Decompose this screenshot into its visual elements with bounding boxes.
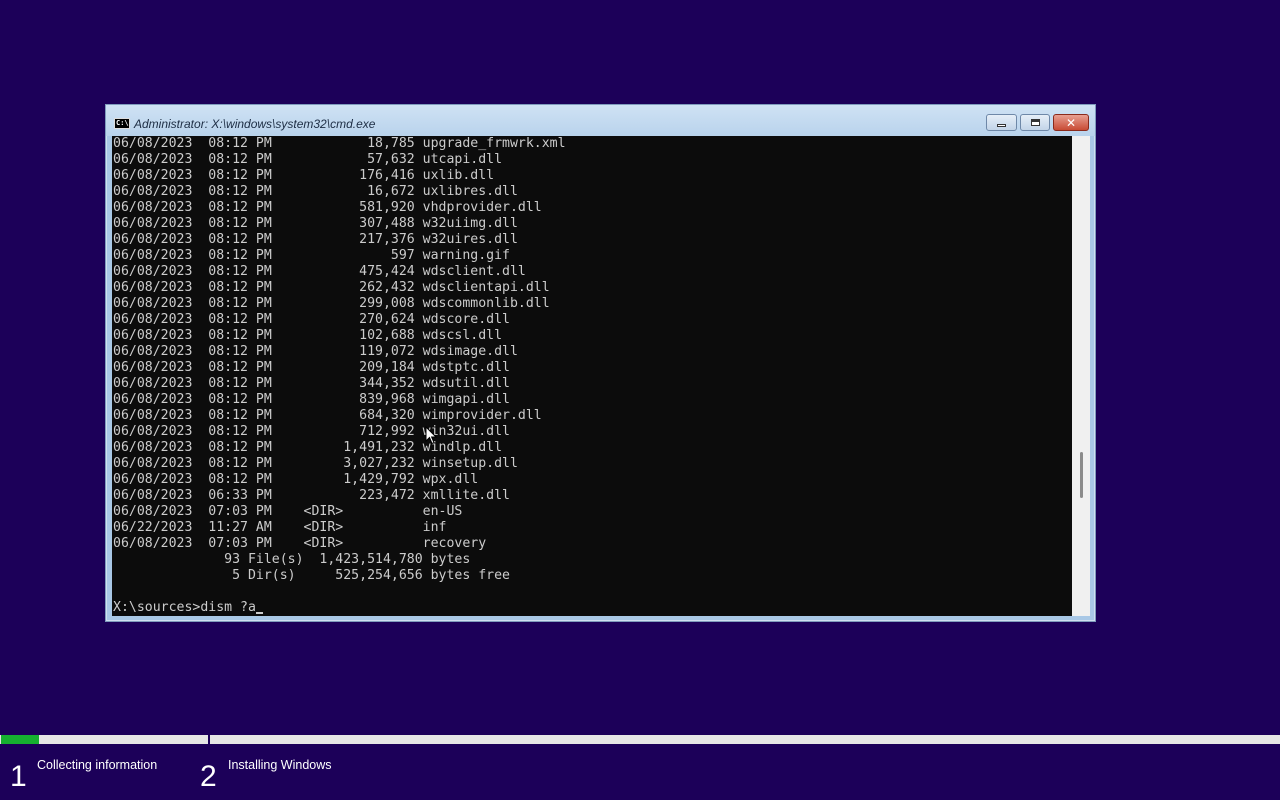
step-label: Collecting information xyxy=(37,758,158,772)
text-caret xyxy=(255,612,263,614)
command-prompt-line[interactable]: X:\sources>dism ?a xyxy=(113,600,263,616)
step-number: 2 xyxy=(200,760,217,793)
maximize-button[interactable] xyxy=(1020,114,1050,131)
console-line: 06/22/2023 11:27 AM <DIR> inf xyxy=(113,520,447,535)
close-button[interactable]: ✕ xyxy=(1053,114,1089,131)
console-line: 06/08/2023 07:03 PM <DIR> recovery xyxy=(113,536,487,551)
console-line: 06/08/2023 08:12 PM 262,432 wdsclientapi… xyxy=(113,280,550,295)
command-input[interactable]: X:\sources>dism ?a xyxy=(113,600,256,615)
setup-progress-fill xyxy=(1,735,40,744)
minimize-button[interactable] xyxy=(986,114,1017,131)
console-line: 06/08/2023 08:12 PM 839,968 wimgapi.dll xyxy=(113,392,510,407)
console-line: 06/08/2023 08:12 PM 712,992 win32ui.dll xyxy=(113,424,510,439)
console-line: 06/08/2023 08:12 PM 176,416 uxlib.dll xyxy=(113,168,495,183)
console-summary-dirs: 5 Dir(s) 525,254,656 bytes free xyxy=(113,568,510,583)
console-line: 06/08/2023 08:12 PM 1,429,792 wpx.dll xyxy=(113,472,479,487)
console-line: 06/08/2023 08:12 PM 209,184 wdstptc.dll xyxy=(113,360,510,375)
console-line: 06/08/2023 08:12 PM 581,920 vhdprovider.… xyxy=(113,200,542,215)
console-line: 06/08/2023 08:12 PM 475,424 wdsclient.dl… xyxy=(113,264,526,279)
console-output[interactable]: 06/08/2023 08:12 PM 18,785 upgrade_frmwr… xyxy=(112,136,1072,616)
console-line: 06/08/2023 08:12 PM 684,320 wimprovider.… xyxy=(113,408,542,423)
mouse-pointer-icon xyxy=(425,426,437,445)
scrollbar-thumb[interactable] xyxy=(1080,452,1083,498)
console-line: 06/08/2023 08:12 PM 1,491,232 windlp.dll xyxy=(113,440,503,455)
console-line: 06/08/2023 07:03 PM <DIR> en-US xyxy=(113,504,463,519)
title-bar[interactable]: C:\ Administrator: X:\windows\system32\c… xyxy=(106,105,1095,136)
console-line: 06/08/2023 08:12 PM 57,632 utcapi.dll xyxy=(113,152,503,167)
console-line: 06/08/2023 08:12 PM 270,624 wdscore.dll xyxy=(113,312,510,327)
cmd-icon: C:\ xyxy=(114,118,130,129)
console-line: 06/08/2023 08:12 PM 18,785 upgrade_frmwr… xyxy=(113,136,566,151)
console-line: 06/08/2023 08:12 PM 16,672 uxlibres.dll xyxy=(113,184,518,199)
cmd-window[interactable]: C:\ Administrator: X:\windows\system32\c… xyxy=(105,104,1096,622)
close-icon: ✕ xyxy=(1065,115,1077,130)
step-label: Installing Windows xyxy=(228,758,332,772)
vertical-scrollbar[interactable] xyxy=(1072,136,1090,616)
console-summary-files: 93 File(s) 1,423,514,780 bytes xyxy=(113,552,471,567)
progress-step-divider xyxy=(208,731,210,746)
console-line: 06/08/2023 08:12 PM 299,008 wdscommonlib… xyxy=(113,296,550,311)
console-line: 06/08/2023 08:12 PM 3,027,232 winsetup.d… xyxy=(113,456,518,471)
setup-progress-bar xyxy=(0,735,1280,744)
console-line: 06/08/2023 08:12 PM 307,488 w32uiimg.dll xyxy=(113,216,518,231)
console-line: 06/08/2023 08:12 PM 597 warning.gif xyxy=(113,248,510,263)
console-line: 06/08/2023 08:12 PM 344,352 wdsutil.dll xyxy=(113,376,510,391)
step-number: 1 xyxy=(10,760,27,793)
console-line: 06/08/2023 06:33 PM 223,472 xmllite.dll xyxy=(113,488,510,503)
window-title: Administrator: X:\windows\system32\cmd.e… xyxy=(134,117,376,131)
console-line: 06/08/2023 08:12 PM 119,072 wdsimage.dll xyxy=(113,344,518,359)
maximize-icon xyxy=(1030,119,1040,126)
console-line: 06/08/2023 08:12 PM 102,688 wdscsl.dll xyxy=(113,328,503,343)
console-line: 06/08/2023 08:12 PM 217,376 w32uires.dll xyxy=(113,232,518,247)
minimize-icon xyxy=(997,123,1006,127)
